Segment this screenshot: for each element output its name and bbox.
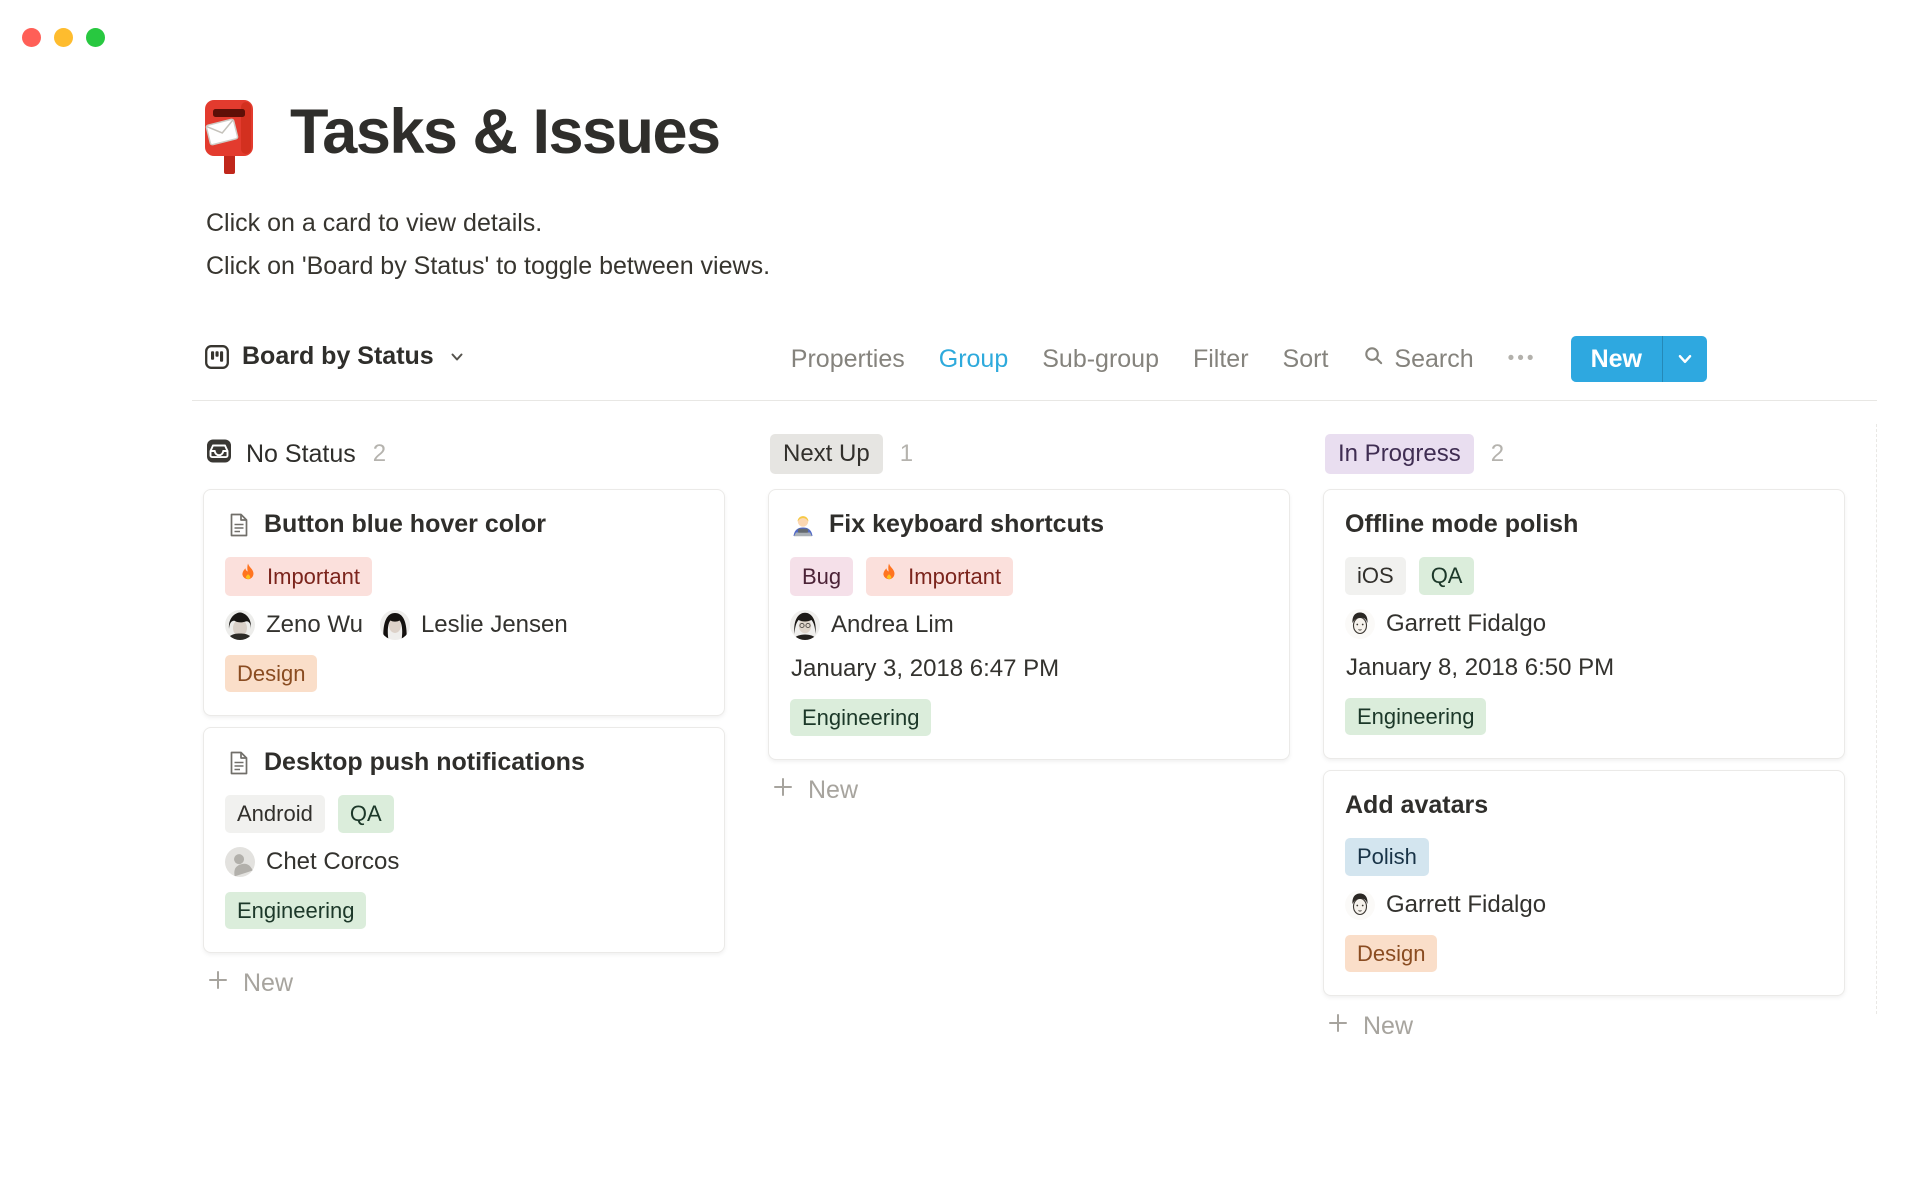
column-in-progress: In Progress 2 Offline mode polish iOS QA — [1323, 434, 1845, 1042]
fire-icon — [878, 562, 900, 591]
add-card-button[interactable]: New — [768, 775, 1290, 806]
new-button[interactable]: New — [1570, 336, 1707, 382]
avatar — [225, 609, 255, 640]
column-no-status: No Status 2 Button blue hover color Impo… — [203, 434, 725, 999]
add-card-button[interactable]: New — [203, 968, 725, 999]
view-switcher[interactable]: Board by Status — [204, 342, 465, 371]
tag-engineering: Engineering — [1345, 697, 1487, 735]
toolbar-item-sort[interactable]: Sort — [1283, 345, 1329, 374]
new-button-label[interactable]: New — [1571, 336, 1662, 382]
postbox-icon — [196, 98, 262, 178]
tag-design: Design — [225, 654, 318, 692]
column-count: 2 — [372, 440, 387, 467]
card-title: Add avatars — [1345, 791, 1489, 819]
person-name: Garrett Fidalgo — [1386, 890, 1547, 918]
toolbar-item-group[interactable]: Group — [939, 345, 1008, 374]
toolbar-item-subgroup[interactable]: Sub-group — [1042, 345, 1159, 374]
column-header[interactable]: No Status 2 — [203, 434, 388, 474]
plus-icon — [206, 968, 230, 999]
assignee: Andrea Lim — [790, 609, 954, 640]
window-controls — [22, 28, 105, 47]
avatar — [225, 846, 255, 877]
assignee: Garrett Fidalgo — [1345, 608, 1547, 639]
fire-icon — [237, 562, 259, 591]
assignee: Chet Corcos — [225, 846, 400, 877]
tag-design: Design — [1345, 934, 1438, 972]
avatar — [1345, 889, 1375, 920]
person-name: Zeno Wu — [266, 610, 363, 638]
technologist-icon — [790, 512, 816, 538]
view-label: Board by Status — [242, 342, 434, 370]
assignee: Leslie Jensen — [379, 609, 568, 640]
avatar — [379, 609, 410, 640]
card-offline-mode-polish[interactable]: Offline mode polish iOS QA Garrett Fidal… — [1323, 489, 1845, 759]
column-count: 1 — [899, 440, 914, 467]
minimize-window-button[interactable] — [54, 28, 73, 47]
assignee: Garrett Fidalgo — [1345, 889, 1547, 920]
card-fix-keyboard-shortcuts[interactable]: Fix keyboard shortcuts Bug Important And… — [768, 489, 1290, 760]
new-button-chevron-icon[interactable] — [1662, 336, 1707, 382]
card-date: January 8, 2018 6:50 PM — [1346, 653, 1615, 681]
toolbar-item-filter[interactable]: Filter — [1193, 345, 1249, 374]
add-card-label: New — [1363, 1012, 1414, 1040]
tag-bug: Bug — [790, 557, 854, 596]
tag-engineering: Engineering — [790, 698, 932, 736]
person-name: Chet Corcos — [266, 847, 400, 875]
search-icon — [1362, 344, 1385, 374]
page-description-line: Click on 'Board by Status' to toggle bet… — [206, 252, 771, 280]
column-edge-divider — [1876, 424, 1877, 1014]
tag-important: Important — [866, 557, 1014, 596]
board-toolbar: Properties Group Sub-group Filter Sort S… — [791, 336, 1707, 382]
tag-important: Important — [225, 557, 372, 596]
column-status-badge: In Progress — [1325, 434, 1474, 474]
card-desktop-push-notifications[interactable]: Desktop push notifications Android QA Ch… — [203, 727, 725, 953]
tag-android: Android — [225, 795, 325, 833]
column-title: No Status — [246, 439, 356, 468]
tag-engineering: Engineering — [225, 891, 367, 929]
column-header[interactable]: In Progress 2 — [1323, 434, 1506, 474]
page-title: Tasks & Issues — [290, 97, 721, 167]
board-view-icon — [204, 344, 230, 370]
avatar — [1345, 608, 1375, 639]
tag-qa: QA — [1418, 557, 1475, 595]
column-count: 2 — [1490, 440, 1505, 467]
card-title: Offline mode polish — [1345, 510, 1579, 538]
card-title: Button blue hover color — [264, 510, 546, 538]
toolbar-divider — [192, 400, 1877, 401]
zoom-window-button[interactable] — [86, 28, 105, 47]
column-status-badge: Next Up — [770, 434, 883, 474]
person-name: Andrea Lim — [831, 610, 954, 638]
page-description: Click on a card to view details. Click o… — [206, 202, 770, 288]
assignee: Zeno Wu — [225, 609, 363, 640]
person-name: Garrett Fidalgo — [1386, 609, 1547, 637]
page-icon — [225, 512, 251, 538]
more-options-button[interactable]: ••• — [1508, 348, 1537, 370]
chevron-down-icon — [449, 349, 465, 365]
card-title: Fix keyboard shortcuts — [829, 510, 1105, 538]
close-window-button[interactable] — [22, 28, 41, 47]
tag-polish: Polish — [1345, 838, 1429, 876]
add-card-label: New — [808, 776, 859, 804]
card-button-blue-hover-color[interactable]: Button blue hover color Important Zeno W… — [203, 489, 725, 716]
tag-qa: QA — [337, 795, 394, 833]
card-date: January 3, 2018 6:47 PM — [791, 654, 1060, 682]
column-next-up: Next Up 1 Fix keyboard shortcuts Bug Imp… — [768, 434, 1290, 806]
avatar — [790, 609, 820, 640]
toolbar-item-properties[interactable]: Properties — [791, 345, 905, 374]
inbox-icon — [205, 437, 233, 472]
card-title: Desktop push notifications — [264, 748, 585, 776]
tag-ios: iOS — [1345, 557, 1406, 595]
search-button[interactable]: Search — [1362, 344, 1474, 374]
card-add-avatars[interactable]: Add avatars Polish Garrett Fidalgo Desig… — [1323, 770, 1845, 996]
search-label: Search — [1394, 344, 1474, 373]
add-card-label: New — [243, 969, 294, 997]
plus-icon — [1326, 1011, 1350, 1042]
add-card-button[interactable]: New — [1323, 1011, 1845, 1042]
person-name: Leslie Jensen — [420, 610, 568, 638]
page-description-line: Click on a card to view details. — [206, 209, 543, 237]
column-header[interactable]: Next Up 1 — [768, 434, 915, 474]
page-icon — [225, 750, 251, 776]
plus-icon — [771, 775, 795, 806]
